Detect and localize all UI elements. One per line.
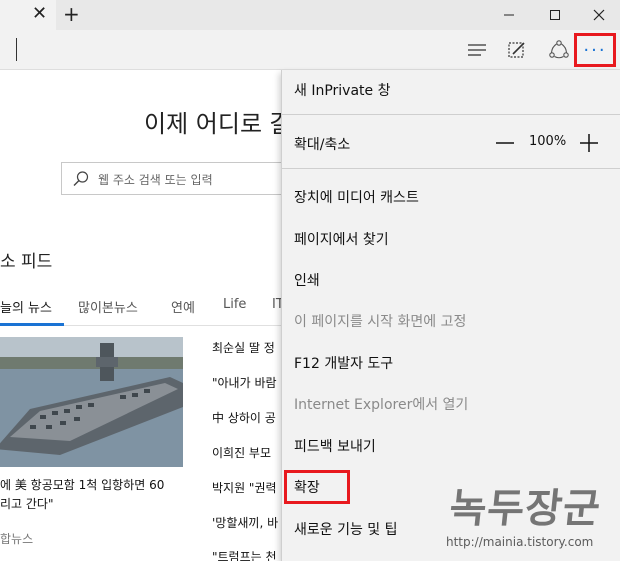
search-icon <box>73 171 89 186</box>
minimize-button[interactable] <box>486 0 532 30</box>
news-source: 합뉴스 <box>0 532 34 546</box>
menu-item-send-feedback[interactable]: 피드백 보내기 <box>294 436 376 458</box>
more-icon: ··· <box>583 39 607 61</box>
zoom-in-button[interactable] <box>578 132 600 154</box>
list-item[interactable]: 박지원 "권력 <box>212 479 277 496</box>
maximize-icon <box>550 10 560 20</box>
tab-today-news[interactable]: 늘의 뉴스 <box>0 297 52 316</box>
menu-divider <box>282 168 620 169</box>
watermark-logo: 녹두장군 <box>447 485 604 532</box>
more-button[interactable]: ··· <box>574 33 616 67</box>
web-note-icon <box>508 42 525 58</box>
plus-icon <box>580 134 598 152</box>
list-item[interactable]: 이희진 부모 <box>212 444 271 461</box>
headline-main[interactable]: 에 美 항공모함 1척 입항하면 60 리고 간다" <box>0 476 200 514</box>
search-input[interactable]: 웹 주소 검색 또는 입력 <box>61 162 301 195</box>
watermark: 녹두장군 http://mainia.tistory.com <box>432 474 620 561</box>
address-bar-caret[interactable] <box>16 38 17 61</box>
menu-item-new-inprivate-window[interactable]: 새 InPrivate 창 <box>294 80 390 102</box>
news-image-aircraft-carrier[interactable] <box>0 337 183 467</box>
toolbar: ··· <box>0 30 620 70</box>
menu-item-open-in-ie: Internet Explorer에서 열기 <box>294 397 469 413</box>
close-tab-icon[interactable]: ✕ <box>32 4 47 24</box>
headline-line-1: 에 美 항공모함 1척 입항하면 60 <box>0 478 165 492</box>
menu-item-f12-dev-tools[interactable]: F12 개발자 도구 <box>294 353 393 375</box>
active-tab-indicator <box>0 323 64 326</box>
menu-item-print[interactable]: 인쇄 <box>294 270 320 292</box>
feed-title: 소 피드 <box>0 252 53 272</box>
list-item[interactable]: 中 상하이 공 <box>212 409 276 426</box>
new-tab-icon[interactable]: + <box>63 3 80 25</box>
close-window-button[interactable] <box>576 0 620 30</box>
extensions-highlight-box <box>284 470 350 504</box>
zoom-value: 100% <box>529 134 567 149</box>
aircraft-carrier-photo <box>0 337 183 467</box>
menu-item-zoom: 확대/축소 <box>294 137 351 153</box>
browser-window: ✕ + ··· 이제 어디로 갈 웹 주소 검색 또는 입력 소 피드 늘의 뉴… <box>0 0 620 561</box>
headline-line-2: 리고 간다" <box>0 497 54 511</box>
tab-entertainment[interactable]: 연예 <box>171 297 195 316</box>
tab-popular-news[interactable]: 많이본뉴스 <box>78 297 138 316</box>
minimize-icon <box>504 14 514 16</box>
page-heading: 이제 어디로 갈 <box>144 110 292 138</box>
menu-item-find-on-page[interactable]: 페이지에서 찾기 <box>294 229 389 251</box>
tab-life[interactable]: Life <box>223 297 246 312</box>
browser-tab[interactable]: ✕ <box>0 0 56 30</box>
minus-icon <box>496 142 514 144</box>
list-item[interactable]: 최순실 딸 정 <box>212 339 275 356</box>
share-button[interactable] <box>546 37 572 63</box>
menu-item-pin-to-start: 이 페이지를 시작 화면에 고정 <box>294 314 467 330</box>
hub-button[interactable] <box>464 37 490 63</box>
menu-item-cast-media[interactable]: 장치에 미디어 캐스트 <box>294 187 419 209</box>
news-tabs: 늘의 뉴스 많이본뉴스 연예 Life IT <box>0 290 300 326</box>
zoom-out-button[interactable] <box>494 132 516 154</box>
share-icon <box>549 40 569 59</box>
search-placeholder: 웹 주소 검색 또는 입력 <box>98 173 213 187</box>
web-note-button[interactable] <box>504 37 530 63</box>
list-item[interactable]: "트럼프는 천 <box>212 548 277 561</box>
list-item[interactable]: '망할새끼, 바 <box>212 514 278 531</box>
hub-icon <box>468 44 486 56</box>
list-item[interactable]: "아내가 바람 <box>212 374 277 391</box>
watermark-url: http://mainia.tistory.com <box>446 535 594 549</box>
close-icon <box>593 9 605 21</box>
title-bar: ✕ + <box>0 0 620 30</box>
maximize-button[interactable] <box>532 0 578 30</box>
menu-divider <box>282 114 620 115</box>
menu-item-whats-new-and-tips[interactable]: 새로운 기능 및 팁 <box>294 519 398 541</box>
